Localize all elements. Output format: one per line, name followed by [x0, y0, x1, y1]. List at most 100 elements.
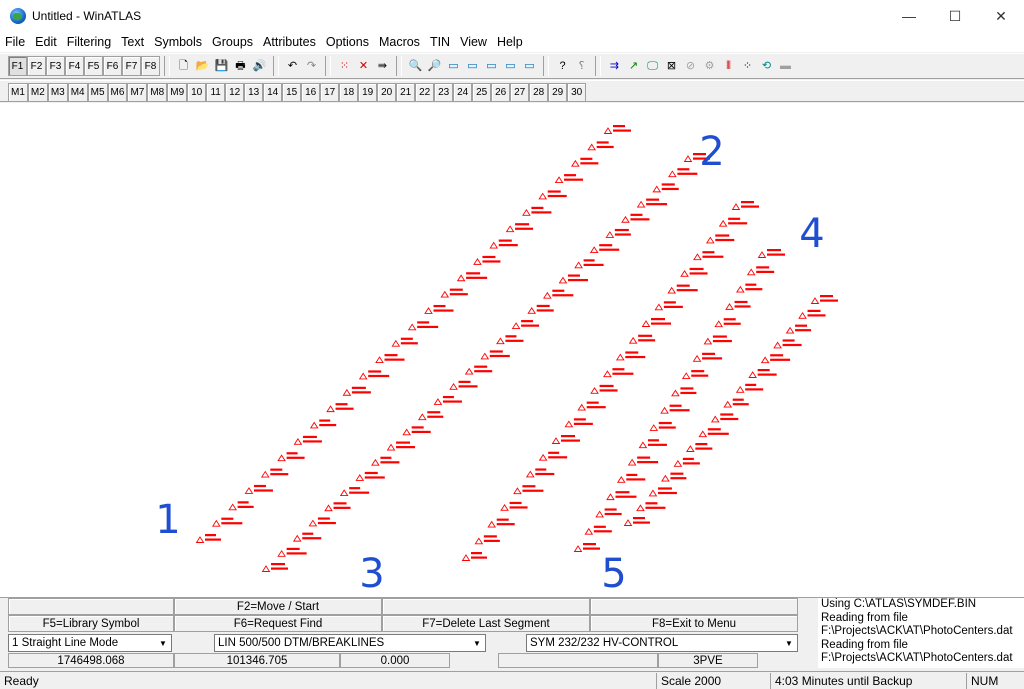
- fkey-slot-empty-3[interactable]: [590, 598, 798, 615]
- delete-points-button[interactable]: ✕: [354, 56, 373, 76]
- survey-point[interactable]: [723, 398, 749, 408]
- survey-point[interactable]: [703, 335, 732, 345]
- survey-point[interactable]: [554, 174, 584, 184]
- survey-point[interactable]: [692, 352, 723, 362]
- new-file-button[interactable]: 🗋: [174, 56, 193, 76]
- arrows-blue-button[interactable]: ⇉: [605, 56, 624, 76]
- f8-exit-to-menu-button[interactable]: F8=Exit to Menu: [590, 615, 798, 632]
- survey-point[interactable]: [615, 351, 646, 361]
- columns-button[interactable]: ⦀: [719, 56, 738, 76]
- survey-point[interactable]: [638, 439, 667, 449]
- maximize-button[interactable]: ☐: [932, 0, 978, 32]
- view-1-button[interactable]: ▭: [444, 56, 463, 76]
- survey-point[interactable]: [667, 284, 698, 294]
- chevron-down-icon[interactable]: ▼: [781, 635, 797, 651]
- view-4-button[interactable]: ▭: [501, 56, 520, 76]
- menu-macros[interactable]: Macros: [374, 35, 425, 49]
- fkey-f8-button[interactable]: F8: [141, 56, 160, 76]
- view-3-button[interactable]: ▭: [482, 56, 501, 76]
- help-button[interactable]: ?: [553, 56, 572, 76]
- fkey-f5-button[interactable]: F5: [84, 56, 103, 76]
- macro-m4-button[interactable]: M4: [67, 83, 88, 102]
- macro-23-button[interactable]: 23: [434, 83, 454, 102]
- survey-point[interactable]: [577, 401, 606, 411]
- print-button[interactable]: 🖶: [231, 56, 250, 76]
- f5-library-symbol-button[interactable]: F5=Library Symbol: [8, 615, 174, 632]
- macro-17-button[interactable]: 17: [320, 83, 340, 102]
- fkey-slot-empty-1[interactable]: [8, 598, 174, 615]
- macro-16-button[interactable]: 16: [301, 83, 321, 102]
- menu-file[interactable]: File: [0, 35, 30, 49]
- survey-point[interactable]: [424, 304, 454, 314]
- survey-point[interactable]: [628, 334, 656, 344]
- survey-point[interactable]: [543, 289, 574, 299]
- survey-point[interactable]: [748, 369, 777, 378]
- survey-point[interactable]: [621, 213, 650, 223]
- survey-point[interactable]: [527, 304, 554, 314]
- dots-grid-button[interactable]: ⁘: [738, 56, 757, 76]
- survey-point[interactable]: [461, 552, 488, 561]
- macro-m7-button[interactable]: M7: [127, 83, 148, 102]
- chevron-down-icon[interactable]: ▼: [469, 635, 485, 651]
- macro-m1-button[interactable]: M1: [8, 83, 28, 102]
- macro-m2-button[interactable]: M2: [27, 83, 48, 102]
- close-button[interactable]: ✕: [978, 0, 1024, 32]
- survey-point[interactable]: [623, 517, 651, 526]
- chevron-down-icon[interactable]: ▼: [155, 635, 171, 651]
- menu-filtering[interactable]: Filtering: [62, 35, 116, 49]
- survey-point[interactable]: [391, 337, 418, 347]
- survey-point[interactable]: [660, 404, 690, 414]
- survey-point[interactable]: [487, 518, 515, 528]
- survey-point[interactable]: [228, 501, 254, 511]
- macro-20-button[interactable]: 20: [377, 83, 397, 102]
- survey-point[interactable]: [654, 301, 683, 311]
- message-log[interactable]: Using C:\ATLAS\SYMDEF.BIN Reading from fi…: [818, 598, 1024, 668]
- survey-point[interactable]: [244, 484, 273, 494]
- survey-point[interactable]: [760, 354, 791, 364]
- drawing-canvas[interactable]: 1 2 3 4 5: [0, 103, 1024, 598]
- survey-point[interactable]: [810, 295, 839, 304]
- survey-point[interactable]: [558, 274, 588, 284]
- fkey-f1-button[interactable]: F1: [8, 56, 27, 76]
- survey-point[interactable]: [277, 452, 305, 462]
- survey-point[interactable]: [571, 157, 599, 167]
- survey-point[interactable]: [324, 502, 351, 512]
- survey-point[interactable]: [407, 321, 439, 331]
- disabled-tool-3-button[interactable]: ▬: [776, 56, 795, 76]
- survey-point[interactable]: [326, 403, 354, 413]
- mode-select[interactable]: 1 Straight Line Mode ▼: [8, 634, 172, 652]
- drawing-svg[interactable]: 1 2 3 4 5: [0, 103, 1024, 598]
- zoom-in-button[interactable]: 🔍: [406, 56, 425, 76]
- menu-view[interactable]: View: [455, 35, 492, 49]
- survey-point[interactable]: [731, 201, 760, 210]
- survey-point[interactable]: [710, 413, 739, 423]
- survey-point[interactable]: [590, 384, 618, 394]
- monitor-button[interactable]: 🖵: [643, 56, 662, 76]
- survey-point[interactable]: [636, 198, 668, 208]
- survey-point[interactable]: [757, 249, 786, 258]
- winatlas-globe-icon[interactable]: [10, 8, 26, 24]
- survey-point[interactable]: [513, 485, 544, 495]
- fkey-f3-button[interactable]: F3: [46, 56, 65, 76]
- survey-point[interactable]: [538, 451, 568, 461]
- survey-point[interactable]: [641, 318, 672, 327]
- survey-point[interactable]: [725, 300, 751, 310]
- survey-point[interactable]: [798, 309, 826, 319]
- survey-point[interactable]: [417, 411, 444, 421]
- macro-m5-button[interactable]: M5: [87, 83, 108, 102]
- macro-30-button[interactable]: 30: [567, 83, 587, 102]
- macro-m8-button[interactable]: M8: [147, 83, 168, 102]
- survey-point[interactable]: [440, 288, 468, 298]
- undo-button[interactable]: ↶: [283, 56, 302, 76]
- speaker-button[interactable]: 🔊: [250, 56, 269, 76]
- survey-point[interactable]: [603, 368, 634, 378]
- move-arrow-button[interactable]: ⇛: [373, 56, 392, 76]
- survey-point[interactable]: [309, 419, 337, 429]
- menu-text[interactable]: Text: [116, 35, 149, 49]
- redo-button[interactable]: ↷: [302, 56, 321, 76]
- survey-point[interactable]: [538, 190, 567, 200]
- macro-29-button[interactable]: 29: [548, 83, 568, 102]
- survey-point[interactable]: [606, 491, 637, 501]
- survey-point[interactable]: [464, 365, 493, 375]
- macro-15-button[interactable]: 15: [282, 83, 302, 102]
